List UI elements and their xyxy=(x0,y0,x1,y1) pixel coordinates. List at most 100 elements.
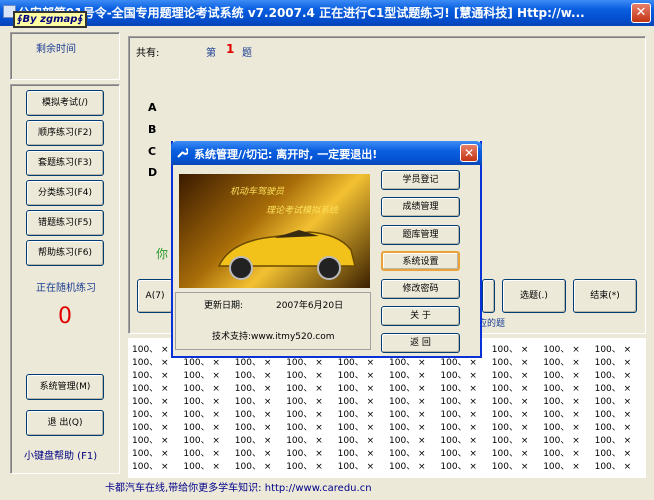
grid-cell[interactable]: 100、 × xyxy=(440,433,477,446)
grid-cell[interactable]: 100、 × xyxy=(543,381,580,394)
select-question-button[interactable]: 选题(.) xyxy=(502,279,566,313)
return-button[interactable]: 返 回 xyxy=(381,333,460,353)
grid-cell[interactable]: 100、 × xyxy=(595,368,632,381)
grid-cell[interactable]: 100、 × xyxy=(286,459,323,472)
grid-cell[interactable]: 100、 × xyxy=(543,342,580,355)
grid-cell[interactable]: 100、 × xyxy=(286,381,323,394)
grid-cell[interactable]: 100、 × xyxy=(183,459,220,472)
grid-cell[interactable]: 100、 × xyxy=(492,420,529,433)
grid-cell[interactable]: 100、 × xyxy=(543,355,580,368)
grid-cell[interactable]: 100、 × xyxy=(492,355,529,368)
grid-cell[interactable]: 100、 × xyxy=(440,446,477,459)
grid-cell[interactable]: 100、 × xyxy=(543,459,580,472)
grid-cell[interactable]: 100、 × xyxy=(132,381,169,394)
grid-cell[interactable]: 100、 × xyxy=(132,394,169,407)
grid-cell[interactable]: 100、 × xyxy=(492,342,529,355)
grid-cell[interactable]: 100、 × xyxy=(132,433,169,446)
mock-exam-button[interactable]: 模拟考试(/) xyxy=(26,90,104,116)
grid-cell[interactable]: 100、 × xyxy=(183,433,220,446)
grid-cell[interactable]: 100、 × xyxy=(235,459,272,472)
grid-cell[interactable]: 100、 × xyxy=(338,394,375,407)
grid-cell[interactable]: 100、 × xyxy=(595,394,632,407)
question-bank-button[interactable]: 题库管理 xyxy=(381,225,460,245)
student-register-button[interactable]: 学员登记 xyxy=(381,170,460,190)
grid-cell[interactable]: 100、 × xyxy=(389,446,426,459)
score-manage-button[interactable]: 成绩管理 xyxy=(381,197,460,217)
change-password-button[interactable]: 修改密码 xyxy=(381,279,460,299)
grid-cell[interactable]: 100、 × xyxy=(595,381,632,394)
grid-cell[interactable]: 100、 × xyxy=(286,368,323,381)
about-button[interactable]: 关 于 xyxy=(381,306,460,326)
grid-cell[interactable]: 100、 × xyxy=(389,394,426,407)
grid-cell[interactable]: 100、 × xyxy=(440,368,477,381)
answer-a-button[interactable]: A(7) xyxy=(137,279,173,313)
grid-cell[interactable]: 100、 × xyxy=(389,459,426,472)
grid-cell[interactable]: 100、 × xyxy=(286,446,323,459)
exit-button[interactable]: 退 出(Q) xyxy=(26,410,104,436)
grid-cell[interactable]: 100、 × xyxy=(235,446,272,459)
grid-cell[interactable]: 100、 × xyxy=(338,381,375,394)
grid-cell[interactable]: 100、 × xyxy=(543,407,580,420)
grid-cell[interactable]: 100、 × xyxy=(338,459,375,472)
grid-cell[interactable]: 100、 × xyxy=(235,368,272,381)
system-manage-button[interactable]: 系统管理(M) xyxy=(26,374,104,400)
grid-cell[interactable]: 100、 × xyxy=(492,446,529,459)
option-b[interactable]: B xyxy=(148,123,156,136)
grid-cell[interactable]: 100、 × xyxy=(595,407,632,420)
grid-cell[interactable]: 100、 × xyxy=(389,381,426,394)
category-practice-button[interactable]: 分类练习(F4) xyxy=(26,180,104,206)
grid-cell[interactable]: 100、 × xyxy=(595,342,632,355)
grid-cell[interactable]: 100、 × xyxy=(440,459,477,472)
wrong-practice-button[interactable]: 错题练习(F5) xyxy=(26,210,104,236)
grid-cell[interactable]: 100、 × xyxy=(286,407,323,420)
grid-cell[interactable]: 100、 × xyxy=(492,368,529,381)
grid-cell[interactable]: 100、 × xyxy=(543,394,580,407)
grid-cell[interactable]: 100、 × xyxy=(595,433,632,446)
grid-cell[interactable]: 100、 × xyxy=(338,368,375,381)
grid-cell[interactable]: 100、 × xyxy=(492,459,529,472)
grid-cell[interactable]: 100、 × xyxy=(543,433,580,446)
grid-cell[interactable]: 100、 × xyxy=(440,381,477,394)
grid-cell[interactable]: 100、 × xyxy=(132,459,169,472)
grid-cell[interactable]: 100、 × xyxy=(132,355,169,368)
grid-cell[interactable]: 100、 × xyxy=(286,420,323,433)
end-button[interactable]: 结束(*) xyxy=(573,279,637,313)
grid-cell[interactable]: 100、 × xyxy=(440,420,477,433)
grid-cell[interactable]: 100、 × xyxy=(183,381,220,394)
grid-cell[interactable]: 100、 × xyxy=(338,446,375,459)
option-c[interactable]: C xyxy=(148,145,156,158)
grid-cell[interactable]: 100、 × xyxy=(389,433,426,446)
grid-cell[interactable]: 100、 × xyxy=(235,407,272,420)
grid-cell[interactable]: 100、 × xyxy=(338,433,375,446)
grid-cell[interactable]: 100、 × xyxy=(183,446,220,459)
grid-cell[interactable]: 100、 × xyxy=(132,420,169,433)
sequential-practice-button[interactable]: 顺序练习(F2) xyxy=(26,120,104,146)
grid-cell[interactable]: 100、 × xyxy=(389,420,426,433)
grid-cell[interactable]: 100、 × xyxy=(595,420,632,433)
grid-cell[interactable]: 100、 × xyxy=(543,368,580,381)
grid-cell[interactable]: 100、 × xyxy=(595,446,632,459)
grid-cell[interactable]: 100、 × xyxy=(338,407,375,420)
close-button[interactable]: ✕ xyxy=(631,3,651,23)
grid-cell[interactable]: 100、 × xyxy=(440,407,477,420)
grid-cell[interactable]: 100、 × xyxy=(183,394,220,407)
grid-cell[interactable]: 100、 × xyxy=(543,420,580,433)
grid-cell[interactable]: 100、 × xyxy=(389,407,426,420)
option-a[interactable]: A xyxy=(148,101,157,114)
hint-link[interactable]: 应的题 xyxy=(478,316,505,329)
set-practice-button[interactable]: 套题练习(F3) xyxy=(26,150,104,176)
grid-cell[interactable]: 100、 × xyxy=(132,446,169,459)
grid-cell[interactable]: 100、 × xyxy=(183,420,220,433)
grid-cell[interactable]: 100、 × xyxy=(235,420,272,433)
grid-cell[interactable]: 100、 × xyxy=(595,459,632,472)
grid-cell[interactable]: 100、 × xyxy=(286,433,323,446)
grid-cell[interactable]: 100、 × xyxy=(492,433,529,446)
grid-cell[interactable]: 100、 × xyxy=(132,368,169,381)
help-practice-button[interactable]: 帮助练习(F6) xyxy=(26,240,104,266)
grid-cell[interactable]: 100、 × xyxy=(235,394,272,407)
grid-cell[interactable]: 100、 × xyxy=(492,394,529,407)
grid-cell[interactable]: 100、 × xyxy=(440,394,477,407)
footer-text[interactable]: 卡都汽车在线,带给你更多学车知识: http://www.caredu.cn xyxy=(105,479,372,494)
grid-cell[interactable]: 100、 × xyxy=(286,394,323,407)
option-d[interactable]: D xyxy=(148,166,157,179)
